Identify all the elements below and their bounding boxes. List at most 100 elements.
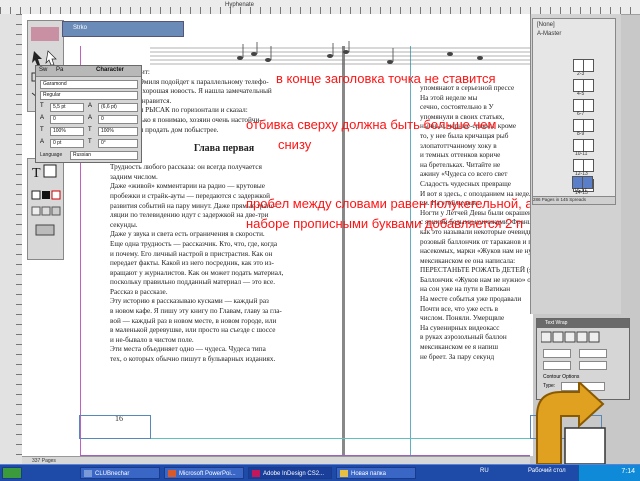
skew-icon: T <box>88 139 92 145</box>
baseline-shift-field[interactable]: 0 pt <box>50 139 84 148</box>
text-line: Она нашел РЫСАК по горизонтали и сказал: <box>110 106 248 115</box>
text-line: Даже у звука и света есть ограничения в … <box>110 230 265 239</box>
text-line: тех, о которых обычно пишут в бульварных… <box>110 355 276 364</box>
clock: 7:14 <box>621 468 635 475</box>
text-line: и темных оттенков кориче <box>420 151 501 160</box>
text-line: Рассказ в рассказе. <box>110 287 168 296</box>
text-line: Сладость чудесных превраще <box>420 179 511 188</box>
taskbar-item[interactable]: CLUBnechar <box>80 467 160 479</box>
tab-paragraph[interactable]: Pa <box>56 67 63 73</box>
vertical-ruler[interactable] <box>0 14 23 464</box>
system-tray: 7:14 <box>578 465 640 481</box>
tab-swatches[interactable]: Sw <box>39 67 47 73</box>
text-line: в новом кафе. Я пишу эту книгу по Главам… <box>110 307 282 316</box>
text-line: задним числом. <box>110 172 158 181</box>
font-size-field[interactable]: 5,5 pt <box>50 103 84 112</box>
ruler-ticks <box>0 7 640 14</box>
taskbar-item[interactable]: Microsoft PowerPoi... <box>164 467 244 479</box>
font-family-select[interactable]: Garamond <box>40 80 138 89</box>
desktop-label[interactable]: Рабочий стол <box>528 468 566 474</box>
text-wrap-title[interactable]: Text Wrap <box>537 319 629 328</box>
tools-panel-lower[interactable]: T <box>27 158 64 260</box>
character-panel[interactable]: Sw Pa Character Garamond Regular T 5,5 p… <box>35 65 142 163</box>
text-line: Эту историю я рассказываю кусками — кажд… <box>110 297 269 306</box>
folder-icon <box>340 470 348 477</box>
language-label: Language <box>40 152 63 158</box>
kerning-icon: A <box>40 115 45 121</box>
text-line: ПЕРЕСТАНЬТЕ РОЖАТЬ ДЕТЕЙ (sic) <box>420 266 532 275</box>
leading-icon: A <box>88 103 93 109</box>
text-line: на сон уже на пути в Ватикан <box>420 285 511 294</box>
language-select[interactable]: Russian <box>70 151 138 160</box>
wrap-offset-right[interactable] <box>579 361 607 370</box>
text-line: На месте событья уже продавали <box>420 295 522 304</box>
leading-field[interactable]: (6,6 pt) <box>98 103 138 112</box>
a-master-label[interactable]: A-Master <box>537 31 561 37</box>
page-thumb[interactable] <box>583 59 594 72</box>
hyphenate-checkbox-label[interactable]: Hyphenate <box>225 2 254 8</box>
taskbar: CLUBnechar Microsoft PowerPoi... Adobe I… <box>0 464 640 481</box>
svg-text:T: T <box>32 166 41 181</box>
text-line: то, у нее была кричащая рыб <box>420 131 509 140</box>
font-size-icon: T <box>40 103 44 109</box>
vertical-scale-field[interactable]: 100% <box>50 127 84 136</box>
text-line: не бреет. За пару секунд <box>420 352 495 361</box>
text-line: мексиканском ее я напиш <box>420 343 499 352</box>
horizontal-scale-field[interactable]: 100% <box>98 127 138 136</box>
tracking-icon: A <box>88 115 93 121</box>
text-line: Баллончик «Жуков нам не нужно» она тряхн… <box>420 275 532 284</box>
page-thumb[interactable] <box>583 99 594 112</box>
text-line: и почему. Его личный настрой в пристраст… <box>110 249 273 258</box>
tracking-field[interactable]: 0 <box>98 115 138 124</box>
text-line: злопатоттчанному хоку в <box>420 141 497 150</box>
text-line: в маленькой деревушке, или просто на съе… <box>110 326 276 335</box>
text-line: сечно, состоятельно в У <box>420 103 494 112</box>
language-indicator[interactable]: RU <box>480 468 489 474</box>
kerning-field[interactable]: 0 <box>50 115 84 124</box>
vertical-scale-icon: T <box>40 127 44 133</box>
footer-frame-left[interactable] <box>79 415 151 439</box>
wrap-offset-left[interactable] <box>579 349 607 358</box>
page-thumb[interactable] <box>583 79 594 92</box>
none-master-label[interactable]: [None] <box>537 22 555 28</box>
text-line: ажину «Чудеса со всего свет <box>420 170 508 179</box>
annotation-word-space: пробел между словами равен полукегельной… <box>246 196 558 211</box>
wrap-arrow-icon <box>536 382 606 464</box>
page-range-label: 2-3 <box>577 71 585 77</box>
page-range-label: 16-17 <box>574 188 587 194</box>
horizontal-ruler[interactable]: Hyphenate <box>0 0 640 15</box>
app-icon <box>84 470 92 477</box>
annotation-word-space-cont: наборе прописными буквами добавляется 2 … <box>246 216 524 231</box>
wrap-mode-icons <box>541 331 600 343</box>
wrap-offset-top[interactable] <box>543 349 571 358</box>
color-tools-icons: T <box>31 164 61 236</box>
annotation-spacing-cont: снизу <box>278 137 312 152</box>
taskbar-item-label: Adobe InDesign CS2... <box>263 471 325 477</box>
skew-field[interactable]: 0° <box>98 139 138 148</box>
text-line: дом, он понравится. <box>110 96 172 105</box>
font-style-select[interactable]: Regular <box>40 91 138 100</box>
text-line: на бретельках. Читайте не <box>420 160 501 169</box>
text-line: мексиканском ее она написала: <box>420 256 516 265</box>
taskbar-item-label: Новая папка <box>351 471 386 477</box>
page-thumb[interactable] <box>583 119 594 132</box>
taskbar-item[interactable]: Новая папка <box>336 467 416 479</box>
annotation-title-period: в конце заголовка точка не ставится <box>276 71 496 86</box>
start-button[interactable] <box>2 467 22 479</box>
tab-character[interactable]: Character <box>96 67 124 73</box>
powerpoint-icon <box>168 470 176 477</box>
baseline-icon: A <box>40 139 45 145</box>
panel-tab-strip[interactable]: Strko <box>62 21 184 37</box>
taskbar-item-active[interactable]: Adobe InDesign CS2... <box>248 467 332 479</box>
text-line: Даже «живой» комментарии на радио — крут… <box>110 182 265 191</box>
wrap-offset-bottom[interactable] <box>543 361 571 370</box>
taskbar-item-label: CLUBnechar <box>95 471 130 477</box>
strip-title: Strko <box>73 25 88 31</box>
text-line: ну, у меня хорошая новость. Я нашла заме… <box>110 87 272 96</box>
pages-status: 286 Pages in 145 Spreads <box>532 196 616 205</box>
text-line: числом. Поняли. Умерщвле <box>420 314 505 323</box>
text-line: Эти места объединяет одно — чудеса. Чуде… <box>110 345 266 354</box>
pages-panel[interactable]: [None] A-Master 2-3 4-5 6-7 8-9 10-11 12… <box>532 18 616 200</box>
horizontal-scale-icon: T <box>88 127 92 133</box>
text-line: вращают у журналистов. Как он может пода… <box>110 268 284 277</box>
